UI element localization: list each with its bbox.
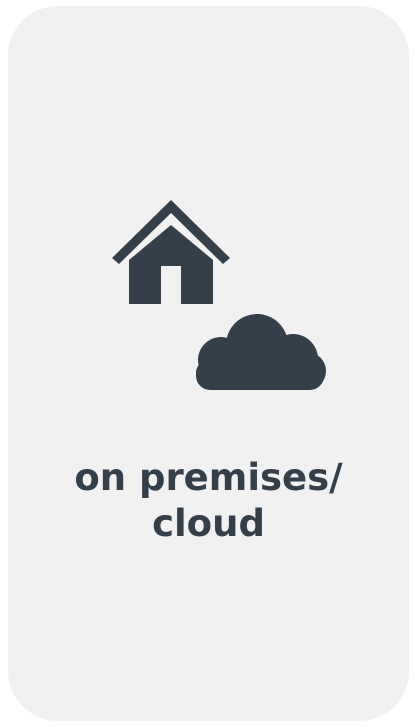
caption-line-2: cloud	[152, 502, 265, 545]
caption-line-1: on premises/	[74, 456, 343, 499]
tile-caption: on premises/ cloud	[8, 455, 409, 547]
cloud-icon	[196, 314, 326, 390]
house-icon	[112, 200, 230, 304]
